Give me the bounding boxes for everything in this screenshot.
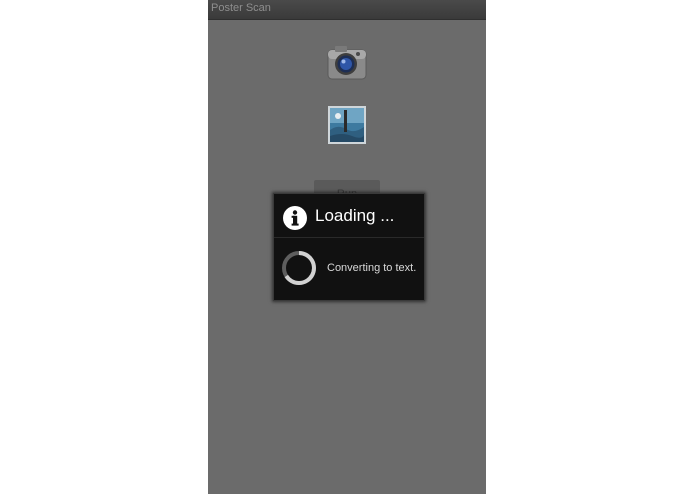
title-bar: Poster Scan bbox=[208, 0, 486, 20]
dialog-message: Converting to text. bbox=[327, 262, 417, 274]
camera-icon bbox=[327, 46, 367, 80]
spinner-icon bbox=[282, 251, 316, 285]
info-icon bbox=[283, 206, 307, 230]
gallery-button[interactable] bbox=[328, 106, 366, 144]
camera-button[interactable] bbox=[327, 45, 367, 80]
dialog-header: Loading ... bbox=[274, 194, 424, 238]
app-title: Poster Scan bbox=[211, 2, 271, 14]
app-screen: Poster Scan Run Tesseract bbox=[208, 0, 486, 494]
gallery-icon bbox=[328, 106, 366, 144]
dialog-title: Loading ... bbox=[315, 206, 395, 225]
progress-dialog: Loading ... Converting to text. bbox=[273, 193, 425, 301]
